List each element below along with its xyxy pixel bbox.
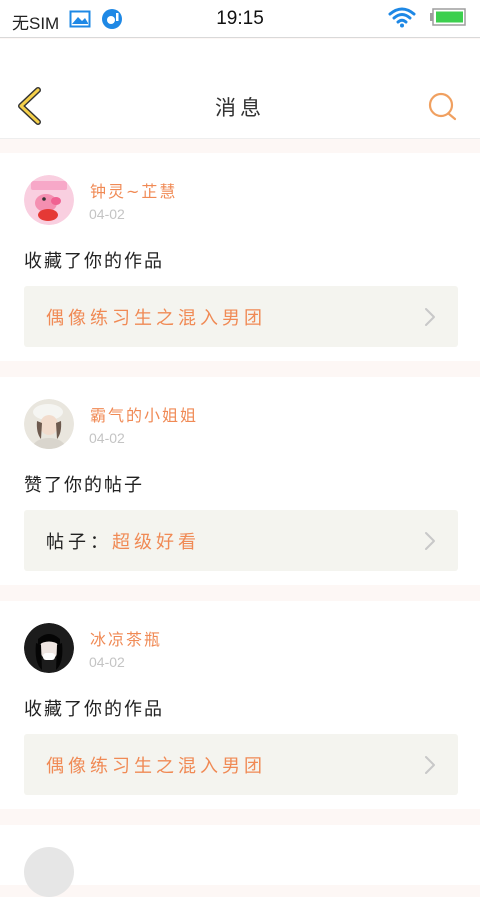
chevron-right-icon — [425, 532, 435, 550]
search-button[interactable] — [426, 90, 460, 124]
message-card — [0, 825, 480, 897]
post-link[interactable]: 帖子： 超级好看 — [24, 510, 458, 571]
user-avatar[interactable] — [24, 399, 74, 449]
link-title: 偶像练习生之混入男团 — [46, 755, 266, 777]
action-text: 收藏了你的作品 — [24, 699, 164, 720]
battery-icon — [430, 7, 466, 32]
username[interactable]: 钟灵~芷慧 — [90, 178, 177, 202]
link-title: 偶像练习生之混入男团 — [46, 307, 266, 329]
message-card: 钟灵~芷慧 04-02 收藏了你的作品 偶像练习生之混入男团 — [0, 153, 480, 361]
message-card: 霸气的小姐姐 04-02 赞了你的帖子 帖子： 超级好看 — [0, 377, 480, 585]
top-bar: 消息 — [0, 39, 480, 139]
message-date: 04-02 — [89, 654, 125, 670]
message-date: 04-02 — [89, 206, 125, 222]
action-text: 收藏了你的作品 — [24, 251, 164, 272]
status-bar: 无SIM 19:15 — [0, 0, 480, 38]
chevron-right-icon — [425, 756, 435, 774]
peppa-pig-avatar-icon — [24, 175, 74, 225]
message-card: 冰凉茶瓶 04-02 收藏了你的作品 偶像练习生之混入男团 — [0, 601, 480, 809]
username[interactable]: 霸气的小姐姐 — [90, 402, 198, 426]
link-prefix: 帖子： — [46, 531, 112, 553]
user-avatar[interactable] — [24, 847, 74, 897]
message-list: 钟灵~芷慧 04-02 收藏了你的作品 偶像练习生之混入男团 霸气的小姐姐 04… — [0, 153, 480, 897]
link-title: 超级好看 — [112, 531, 200, 553]
girl-photo-avatar-icon — [24, 399, 74, 449]
user-avatar[interactable] — [24, 175, 74, 225]
action-text: 赞了你的帖子 — [24, 475, 144, 496]
dark-hair-avatar-icon — [24, 623, 74, 673]
username[interactable]: 冰凉茶瓶 — [90, 626, 162, 650]
page-title: 消息 — [215, 96, 265, 120]
chevron-right-icon — [425, 308, 435, 326]
message-date: 04-02 — [89, 430, 125, 446]
user-avatar[interactable] — [24, 623, 74, 673]
wifi-icon — [388, 6, 416, 33]
search-icon — [428, 92, 457, 121]
work-link[interactable]: 偶像练习生之混入男团 — [24, 734, 458, 795]
work-link[interactable]: 偶像练习生之混入男团 — [24, 286, 458, 347]
